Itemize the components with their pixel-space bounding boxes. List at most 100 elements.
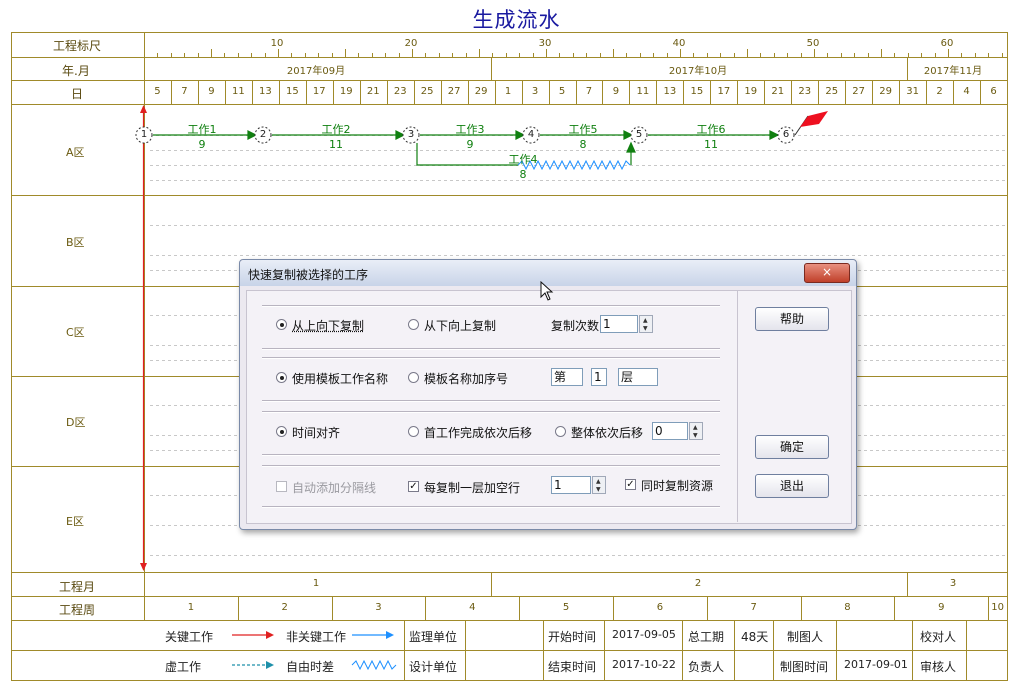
copy-resource-label[interactable]: 同时复制资源 (641, 477, 713, 494)
week-cell: 10 (991, 602, 1004, 613)
day-cell: 9 (612, 86, 620, 97)
group-divider (262, 305, 720, 307)
zone-label: C区 (66, 326, 85, 339)
day-cell: 6 (990, 86, 997, 97)
work-name[interactable]: 工作3 (448, 121, 492, 137)
layer-input[interactable]: 1 (591, 368, 607, 386)
scale-tick: 50 (806, 38, 820, 49)
day-cell: 5 (558, 86, 566, 97)
network-node[interactable]: 5 (632, 129, 646, 140)
week-cell: 2 (281, 602, 288, 613)
designer-label: 设计单位 (409, 660, 458, 674)
project-month-cell: 3 (949, 578, 957, 589)
blank-row-spinner[interactable]: ▲ ▼ (592, 476, 606, 494)
blank-row-label[interactable]: 每复制一层加空行 (424, 479, 520, 496)
day-cell: 1 (504, 86, 512, 97)
project-month-cell: 2 (694, 578, 702, 589)
week-cell: 7 (750, 602, 757, 613)
first-shift-label[interactable]: 首工作完成依次后移 (424, 424, 532, 441)
day-cell: 17 (312, 86, 326, 97)
day-cell: 19 (744, 86, 758, 97)
template-seq-label[interactable]: 模板名称加序号 (424, 370, 508, 387)
start-label: 开始时间 (548, 630, 597, 644)
copy-resource-checkbox[interactable]: ✓ (625, 479, 636, 490)
blank-row-input[interactable]: 1 (551, 476, 591, 494)
work-name[interactable]: 工作6 (689, 121, 733, 137)
whole-shift-radio[interactable] (555, 426, 566, 437)
top-down-radio[interactable] (276, 319, 287, 330)
bottom-up-label[interactable]: 从下向上复制 (424, 317, 496, 334)
work-name[interactable]: 工作1 (180, 121, 224, 137)
whole-shift-label[interactable]: 整体依次后移 (571, 424, 643, 441)
total-label: 总工期 (688, 630, 725, 644)
suffix-input[interactable]: 层 (618, 368, 658, 386)
bottom-up-radio[interactable] (408, 319, 419, 330)
copy-count-spinner[interactable]: ▲ ▼ (639, 315, 653, 333)
network-node[interactable]: 2 (256, 129, 270, 140)
day-cell: 29 (474, 86, 488, 97)
day-cell: 25 (825, 86, 839, 97)
day-cell: 25 (420, 86, 434, 97)
network-node[interactable]: 3 (404, 129, 418, 140)
critical-time-line (140, 105, 147, 571)
time-align-label[interactable]: 时间对齐 (292, 424, 340, 441)
group-divider (262, 400, 720, 402)
close-button[interactable]: × (804, 263, 850, 283)
group-divider (262, 411, 720, 413)
network-node[interactable]: 1 (137, 129, 151, 140)
week-cell: 4 (469, 602, 476, 613)
group-divider (262, 357, 720, 359)
checker-label: 校对人 (920, 630, 957, 644)
week-cell: 5 (562, 602, 570, 613)
scale-tick: 40 (672, 38, 686, 49)
help-button[interactable]: 帮助 (755, 307, 829, 331)
dialog-title: 快速复制被选择的工序 (248, 268, 369, 282)
project-month-cell: 1 (312, 578, 320, 589)
template-name-label[interactable]: 使用模板工作名称 (292, 370, 388, 387)
day-cell: 19 (339, 86, 353, 97)
copy-count-input[interactable]: 1 (600, 315, 638, 333)
month-cell: 2017年10月 (668, 66, 728, 77)
day-cell: 7 (585, 86, 593, 97)
scale-tick: 60 (940, 38, 954, 49)
auto-separator-label[interactable]: 自动添加分隔线 (292, 479, 376, 496)
work-duration: 9 (198, 138, 206, 151)
shift-spinner[interactable]: ▲ ▼ (689, 422, 703, 440)
day-cell: 9 (208, 86, 215, 97)
work-duration: 9 (466, 138, 474, 151)
end-label: 结束时间 (548, 660, 597, 674)
auto-separator-checkbox[interactable] (276, 481, 287, 492)
day-cell: 11 (232, 86, 245, 97)
month-label: 年.月 (62, 64, 90, 78)
template-seq-radio[interactable] (408, 372, 419, 383)
work-name[interactable]: 工作4 (501, 151, 545, 167)
finish-flag-icon (800, 111, 828, 127)
blank-row-checkbox[interactable]: ✓ (408, 481, 419, 492)
owner-label: 负责人 (688, 660, 725, 674)
network-node[interactable]: 4 (524, 129, 538, 140)
scale-tick: 10 (270, 38, 284, 49)
ok-button[interactable]: 确定 (755, 435, 829, 459)
top-down-label[interactable]: 从上向下复制 (292, 317, 364, 334)
day-cell: 15 (285, 86, 299, 97)
time-align-radio[interactable] (276, 426, 287, 437)
work-name[interactable]: 工作5 (561, 121, 605, 137)
day-cell: 3 (531, 86, 539, 97)
total-value: 48天 (741, 630, 769, 644)
first-shift-radio[interactable] (408, 426, 419, 437)
group-divider (262, 465, 720, 467)
shift-input[interactable]: 0 (652, 422, 688, 440)
week-cell: 1 (187, 602, 195, 613)
prefix-input[interactable]: 第 (551, 368, 583, 386)
start-value: 2017-09-05 (612, 628, 676, 641)
work-name[interactable]: 工作2 (314, 121, 358, 137)
day-cell: 31 (906, 86, 919, 97)
day-cell: 29 (879, 86, 892, 97)
template-name-radio[interactable] (276, 372, 287, 383)
week-cell: 9 (938, 602, 945, 613)
exit-button[interactable]: 退出 (755, 474, 829, 498)
scale-label: 工程标尺 (53, 39, 102, 53)
network-node[interactable]: 6 (779, 129, 793, 140)
group-divider (262, 506, 720, 508)
legend-free-float: 自由时差 (286, 660, 335, 674)
